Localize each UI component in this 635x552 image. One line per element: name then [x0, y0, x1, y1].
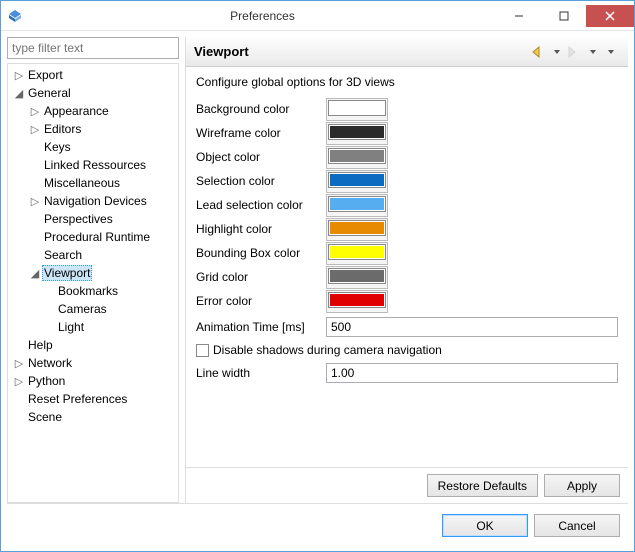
cancel-button[interactable]: Cancel [534, 514, 620, 537]
tree-item-editors[interactable]: ▷Editors [8, 120, 178, 138]
swatch-bounding-box-color[interactable] [326, 242, 388, 265]
swatch-background-color[interactable] [326, 98, 388, 121]
restore-defaults-button[interactable]: Restore Defaults [427, 474, 538, 497]
tree-item-scene[interactable]: Scene [8, 408, 178, 426]
window-title: Preferences [29, 9, 496, 23]
panel-title: Viewport [194, 44, 530, 59]
filter-input[interactable] [7, 37, 179, 59]
swatch-selection-color[interactable] [326, 170, 388, 193]
tree-item-perspectives[interactable]: Perspectives [8, 210, 178, 228]
tree-item-help[interactable]: Help [8, 336, 178, 354]
swatch-error-color[interactable] [326, 290, 388, 313]
tree-item-linked-resources[interactable]: Linked Ressources [8, 156, 178, 174]
apply-button[interactable]: Apply [544, 474, 620, 497]
preference-tree[interactable]: ▷Export ◢General ▷Appearance ▷Editors Ke… [7, 63, 179, 503]
tree-item-procedural-runtime[interactable]: Procedural Runtime [8, 228, 178, 246]
app-icon [7, 8, 23, 24]
dropdown-icon[interactable] [585, 44, 601, 60]
ok-button[interactable]: OK [442, 514, 528, 537]
label-bounding-box-color: Bounding Box color [196, 246, 326, 260]
swatch-wireframe-color[interactable] [326, 122, 388, 145]
label-highlight-color: Highlight color [196, 222, 326, 236]
input-line-width[interactable] [326, 363, 618, 383]
label-animation-time: Animation Time [ms] [196, 320, 326, 334]
tree-item-search[interactable]: Search [8, 246, 178, 264]
tree-item-cameras[interactable]: Cameras [8, 300, 178, 318]
preferences-dialog: Preferences ▷Export ◢General ▷Appearance… [0, 0, 635, 552]
checkbox-disable-shadows[interactable] [196, 344, 209, 357]
expand-icon[interactable]: ▷ [28, 105, 42, 118]
tree-item-viewport[interactable]: ◢Viewport [8, 264, 178, 282]
tree-item-light[interactable]: Light [8, 318, 178, 336]
label-error-color: Error color [196, 294, 326, 308]
panel-header: Viewport [186, 37, 628, 67]
label-wireframe-color: Wireframe color [196, 126, 326, 140]
swatch-lead-selection-color[interactable] [326, 194, 388, 217]
label-selection-color: Selection color [196, 174, 326, 188]
back-icon[interactable] [531, 44, 547, 60]
label-lead-selection-color: Lead selection color [196, 198, 326, 212]
label-line-width: Line width [196, 366, 326, 380]
input-animation-time[interactable] [326, 317, 618, 337]
expand-icon[interactable]: ▷ [12, 357, 26, 370]
panel-description: Configure global options for 3D views [196, 75, 618, 89]
tree-item-navigation-devices[interactable]: ▷Navigation Devices [8, 192, 178, 210]
tree-item-miscellaneous[interactable]: Miscellaneous [8, 174, 178, 192]
expand-icon[interactable]: ▷ [28, 195, 42, 208]
expand-icon[interactable]: ▷ [12, 69, 26, 82]
collapse-icon[interactable]: ◢ [28, 267, 42, 280]
tree-item-reset-preferences[interactable]: Reset Preferences [8, 390, 178, 408]
forward-icon[interactable] [567, 44, 583, 60]
label-background-color: Background color [196, 102, 326, 116]
tree-item-network[interactable]: ▷Network [8, 354, 178, 372]
swatch-object-color[interactable] [326, 146, 388, 169]
swatch-highlight-color[interactable] [326, 218, 388, 241]
titlebar: Preferences [1, 1, 634, 31]
swatch-grid-color[interactable] [326, 266, 388, 289]
minimize-button[interactable] [496, 5, 541, 27]
tree-item-bookmarks[interactable]: Bookmarks [8, 282, 178, 300]
label-object-color: Object color [196, 150, 326, 164]
expand-icon[interactable]: ▷ [12, 375, 26, 388]
tree-item-general[interactable]: ◢General [8, 84, 178, 102]
dropdown-icon[interactable] [549, 44, 565, 60]
label-grid-color: Grid color [196, 270, 326, 284]
label-disable-shadows: Disable shadows during camera navigation [213, 343, 442, 357]
collapse-icon[interactable]: ◢ [12, 87, 26, 100]
tree-item-export[interactable]: ▷Export [8, 66, 178, 84]
tree-item-keys[interactable]: Keys [8, 138, 178, 156]
maximize-button[interactable] [541, 5, 586, 27]
close-button[interactable] [586, 5, 634, 27]
tree-item-python[interactable]: ▷Python [8, 372, 178, 390]
tree-item-appearance[interactable]: ▷Appearance [8, 102, 178, 120]
expand-icon[interactable]: ▷ [28, 123, 42, 136]
menu-dropdown-icon[interactable] [603, 44, 619, 60]
